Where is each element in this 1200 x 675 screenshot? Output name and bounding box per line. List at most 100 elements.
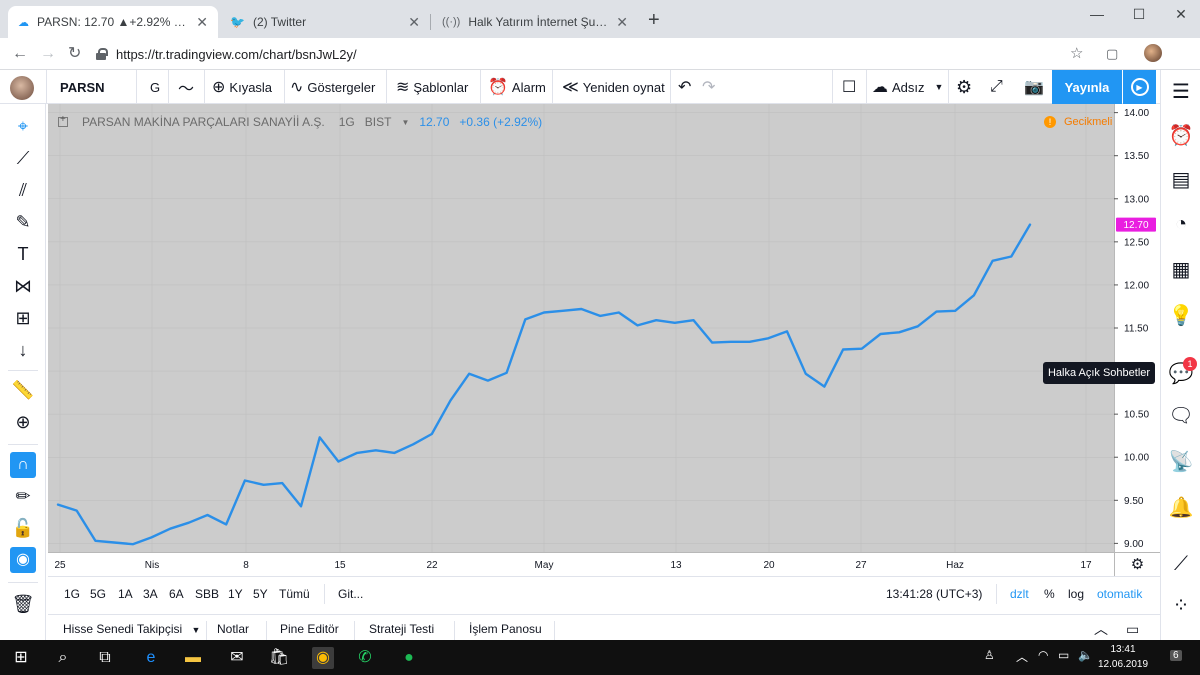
url-field[interactable]: https://tr.tradingview.com/chart/bsnJwL2… (96, 42, 1096, 66)
search-icon[interactable]: ⌕ (52, 647, 74, 669)
tab-pine-editor[interactable]: Pine Editör (280, 615, 339, 641)
adjust-data-toggle[interactable]: dzlt (1010, 577, 1029, 611)
current-time-label[interactable]: 13:41:28 (UTC+3) (886, 577, 982, 611)
trash-icon[interactable]: 🗑 (8, 592, 38, 616)
crosshair-icon[interactable]: ⌖ (8, 114, 38, 138)
redo-button[interactable]: ↷ (702, 70, 719, 104)
range-1m-button[interactable]: 1A (118, 577, 133, 611)
close-window-icon[interactable]: ✕ (1166, 4, 1196, 24)
fib-tool-icon[interactable]: ⫽ (8, 178, 38, 202)
tab-strategy-tester[interactable]: Strateji Testi (369, 615, 434, 641)
notifications-bell-icon[interactable]: 🔔 (1167, 494, 1195, 522)
percent-scale-toggle[interactable]: % (1044, 577, 1055, 611)
tab-parsn[interactable]: ☁ PARSN: 12.70 ▲+2.92% — Adsız ✕ (8, 6, 218, 38)
fullscreen-button[interactable]: ⤢ (990, 70, 1007, 104)
trend-line-icon[interactable]: ⟋ (8, 146, 38, 170)
user-avatar[interactable] (10, 76, 34, 100)
price-scale[interactable] (1114, 104, 1160, 552)
lock-drawing-pencil-icon[interactable]: ✏ (8, 484, 38, 508)
watchlist-icon[interactable]: ☰ (1167, 78, 1195, 106)
range-5y-button[interactable]: 5Y (253, 577, 268, 611)
log-scale-toggle[interactable]: log (1068, 577, 1084, 611)
indicators-button[interactable]: ∿ Göstergeler (290, 70, 375, 104)
alert-button[interactable]: ⏰ Alarm (488, 70, 546, 104)
streams-icon[interactable]: 📡 (1167, 448, 1195, 476)
chart-settings-gear-icon[interactable]: ⚙ (1114, 552, 1160, 576)
interval-button[interactable]: G (150, 70, 160, 104)
range-all-button[interactable]: Tümü (279, 577, 310, 611)
undo-button[interactable]: ↶ (678, 70, 695, 104)
tab-trading-panel[interactable]: İşlem Panosu (469, 615, 542, 641)
chrome-icon[interactable]: ◉ (312, 647, 334, 669)
people-icon[interactable]: ♙ (984, 648, 995, 662)
new-tab-icon[interactable]: + (648, 10, 660, 30)
time-scale[interactable] (48, 552, 1114, 576)
hide-drawings-icon[interactable]: ◉ (10, 547, 36, 573)
store-icon[interactable]: 🛍 (268, 647, 290, 669)
battery-icon[interactable]: ▭ (1058, 648, 1069, 662)
spotify-icon[interactable]: ● (398, 647, 420, 669)
range-5d-button[interactable]: 5G (90, 577, 106, 611)
collapse-legend-icon[interactable] (58, 114, 68, 127)
sort-icon[interactable]: ↓ (8, 338, 38, 362)
minimize-window-icon[interactable]: — (1082, 4, 1112, 24)
reload-icon[interactable]: ↻ (68, 44, 81, 64)
range-1y-button[interactable]: 1Y (228, 577, 243, 611)
collapse-panel-icon[interactable]: ︿ (1094, 615, 1108, 641)
tab-halk-yatirim[interactable]: ((·)) Halk Yatırım İnternet Şubesi ✕ (432, 6, 638, 38)
layout-name-button[interactable]: ☁ Adsız ▼ (872, 70, 943, 104)
extension-icon[interactable]: ▢ (1106, 44, 1118, 64)
file-explorer-icon[interactable]: ▬ (182, 647, 204, 669)
ruler-icon[interactable]: 📏 (8, 378, 38, 402)
publish-button[interactable]: Yayınla (1052, 70, 1122, 104)
windows-start-icon[interactable]: ⊞ (10, 647, 32, 669)
templates-button[interactable]: ≋ Şablonlar (396, 70, 468, 104)
mail-icon[interactable]: ✉ (226, 647, 248, 669)
chart-pane[interactable] (48, 104, 1114, 552)
goto-date-button[interactable]: Git... (338, 577, 363, 611)
text-tool-icon[interactable]: T (8, 242, 38, 266)
order-panel-icon[interactable]: ⟋ (1167, 550, 1195, 578)
browser-profile-avatar[interactable] (1144, 44, 1162, 62)
private-chats-icon[interactable]: 🗨 (1167, 402, 1195, 430)
ideas-lightbulb-icon[interactable]: 💡 (1167, 302, 1195, 330)
chart-style-button[interactable]: 〜 (178, 70, 198, 104)
prediction-tool-icon[interactable]: ⊞ (8, 306, 38, 330)
task-view-icon[interactable]: ⧉ (94, 647, 116, 669)
maximize-window-icon[interactable]: ☐ (1124, 4, 1154, 24)
notification-center-icon[interactable]: 6 (1170, 650, 1182, 661)
settings-button[interactable]: ⚙ (956, 70, 976, 104)
whatsapp-icon[interactable]: ✆ (354, 647, 376, 669)
brush-icon[interactable]: ✎ (8, 210, 38, 234)
maximize-panel-icon[interactable]: ▭ (1126, 615, 1139, 641)
replay-button[interactable]: ≪ Yeniden oynat (562, 70, 665, 104)
range-3m-button[interactable]: 3A (143, 577, 158, 611)
edge-browser-icon[interactable]: e (140, 647, 162, 669)
hotlist-icon[interactable]: ◔ (1167, 210, 1195, 238)
play-button[interactable]: ▶ (1123, 70, 1156, 104)
legend-exchange[interactable]: BIST (365, 115, 392, 129)
tab-notes[interactable]: Notlar (217, 615, 249, 641)
show-hidden-icons-chevron-up-icon[interactable]: ︿ (1016, 648, 1028, 665)
data-window-icon[interactable]: ▤ (1167, 166, 1195, 194)
alerts-clock-icon[interactable]: ⏰ (1167, 122, 1195, 150)
system-clock[interactable]: 13:41 12.06.2019 (1098, 642, 1148, 672)
close-tab-icon[interactable]: ✕ (616, 14, 628, 31)
symbol-search-button[interactable]: PARSN (60, 70, 105, 104)
delayed-data-badge[interactable]: ! Gecikmeli (1044, 114, 1112, 130)
range-ytd-button[interactable]: SBB (195, 577, 219, 611)
back-arrow-icon[interactable]: ← (12, 44, 28, 64)
forward-arrow-icon[interactable]: → (40, 44, 56, 64)
zoom-in-icon[interactable]: ⊕ (8, 410, 38, 434)
volume-icon[interactable]: 🔈 (1078, 648, 1093, 662)
fullscreen-select-button[interactable]: ☐ (842, 70, 860, 104)
magnet-icon[interactable]: ∩ (10, 452, 36, 478)
compare-button[interactable]: ⊕ Kıyasla (212, 70, 272, 104)
tab-twitter[interactable]: 🐦 (2) Twitter ✕ (220, 6, 430, 38)
pattern-tool-icon[interactable]: ⋈ (8, 274, 38, 298)
range-6m-button[interactable]: 6A (169, 577, 184, 611)
range-1d-button[interactable]: 1G (64, 577, 80, 611)
bookmark-star-icon[interactable]: ☆ (1070, 44, 1083, 64)
lock-all-icon[interactable]: 🔓 (8, 516, 38, 540)
calendar-icon[interactable]: ▦ (1167, 256, 1195, 284)
